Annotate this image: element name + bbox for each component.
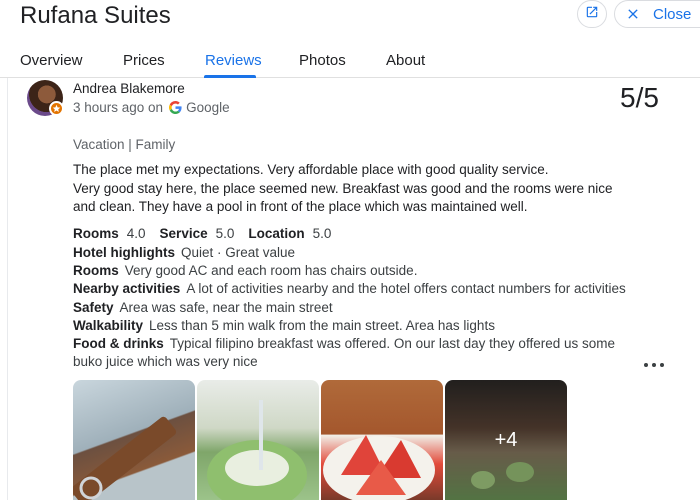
more-horiz-icon (644, 363, 648, 367)
review-text: The place met my expectations. Very affo… (73, 161, 633, 217)
detail-row: Walkability Less than 5 min walk from the… (73, 317, 633, 335)
page-title: Rufana Suites (20, 2, 171, 29)
review-photo[interactable]: +4 (445, 380, 567, 500)
header: Rufana Suites Close (0, 0, 700, 40)
category-ratings: Rooms 4.0 Service 5.0 Location 5.0 (73, 226, 345, 241)
review-photo[interactable] (321, 380, 443, 500)
trip-type: Vacation | Family (73, 137, 176, 152)
detail-row: Nearby activities A lot of activities nea… (73, 280, 633, 298)
detail-value: Less than 5 min walk from the main stree… (149, 318, 495, 333)
detail-label: Safety (73, 300, 114, 315)
rating-value: 5.0 (312, 226, 332, 241)
rating-label: Service (159, 226, 208, 241)
review-score: 5/5 (620, 82, 659, 113)
open-in-new-icon (585, 5, 599, 24)
rating-value: 5.0 (215, 226, 235, 241)
detail-value: Area was safe, near the main street (119, 300, 333, 315)
rating-label: Rooms (73, 226, 119, 241)
more-photos-count: +4 (445, 380, 567, 500)
detail-label: Nearby activities (73, 281, 181, 296)
rating-value: 4.0 (126, 226, 146, 241)
more-horiz-icon (660, 363, 664, 367)
tab-reviews[interactable]: Reviews (205, 52, 262, 69)
more-options-button[interactable] (644, 358, 664, 372)
review-text-line: The place met my expectations. Very affo… (73, 162, 549, 177)
review-time: 3 hours ago on (73, 100, 164, 115)
tab-photos[interactable]: Photos (299, 52, 346, 69)
detail-label: Hotel highlights (73, 245, 175, 260)
detail-value: Quiet · Great value (181, 245, 296, 260)
active-tab-indicator (204, 75, 256, 78)
detail-label: Walkability (73, 318, 144, 333)
reviewer-name[interactable]: Andrea Blakemore (73, 81, 185, 96)
detail-row: Rooms Very good AC and each room has chai… (73, 262, 633, 280)
close-icon (625, 6, 641, 22)
review-text-line: Very good stay here, the place seemed ne… (73, 180, 613, 215)
google-logo-icon (169, 101, 182, 114)
more-horiz-icon (652, 363, 656, 367)
detail-value: Very good AC and each room has chairs ou… (124, 263, 418, 278)
open-in-new-button[interactable] (577, 0, 607, 28)
detail-label: Food & drinks (73, 336, 164, 351)
tab-bar: Overview Prices Reviews Photos About (0, 44, 700, 78)
tab-overview[interactable]: Overview (20, 52, 83, 69)
detail-label: Rooms (73, 263, 119, 278)
detail-row: Hotel highlights Quiet · Great value (73, 244, 633, 262)
review-source: Google (186, 100, 230, 115)
divider (7, 78, 8, 500)
close-label: Close (653, 5, 692, 23)
tab-prices[interactable]: Prices (123, 52, 165, 69)
detail-row: Food & drinks Typical filipino breakfast … (73, 335, 633, 371)
local-guide-star-icon (49, 101, 64, 116)
close-button[interactable]: Close (614, 0, 700, 28)
tab-about[interactable]: About (386, 52, 425, 69)
review-meta: 3 hours ago on Google (73, 100, 230, 115)
detail-row: Safety Area was safe, near the main stree… (73, 299, 633, 317)
review-photo[interactable] (197, 380, 319, 500)
review-photo[interactable] (73, 380, 195, 500)
detail-value: A lot of activities nearby and the hotel… (186, 281, 626, 296)
rating-label: Location (248, 226, 305, 241)
